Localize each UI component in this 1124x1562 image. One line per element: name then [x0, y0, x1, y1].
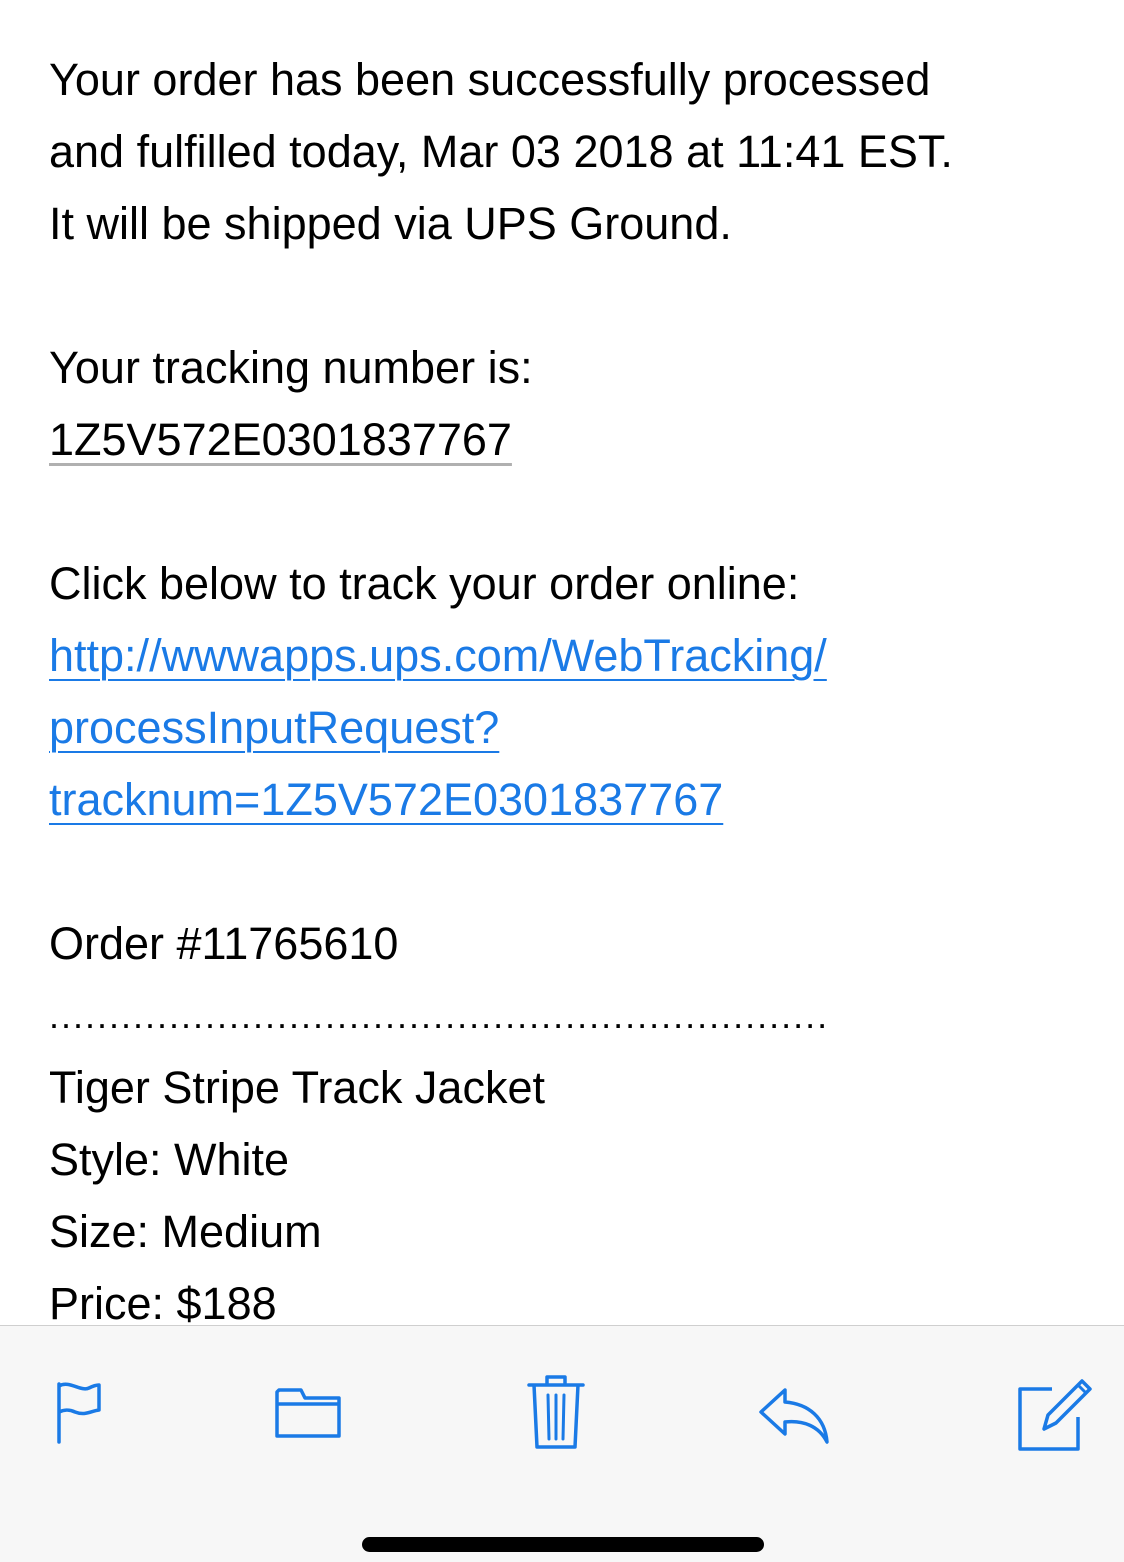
tracking-link-part-2[interactable]: processInputRequest?	[49, 702, 499, 753]
mail-toolbar	[0, 1325, 1124, 1562]
tracking-link-line-1: http://wwwapps.ups.com/WebTracking/	[49, 620, 1099, 692]
tracking-label: Your tracking number is:	[49, 342, 533, 393]
trash-icon	[527, 1375, 585, 1449]
item-name: Tiger Stripe Track Jacket	[49, 1062, 545, 1113]
item-style: Style: White	[49, 1134, 290, 1185]
tracking-link-line-3: tracknum=1Z5V572E0301837767	[49, 764, 1099, 836]
intro-line-2: and fulfilled today, Mar 03 2018 at 11:4…	[49, 126, 953, 177]
tracking-link-part-1[interactable]: http://wwwapps.ups.com/WebTracking/	[49, 630, 827, 681]
reply-button[interactable]	[748, 1366, 838, 1456]
flag-button[interactable]	[29, 1366, 119, 1456]
email-body: Your order has been successfully process…	[49, 44, 1099, 1340]
track-online-label: Click below to track your order online:	[49, 558, 800, 609]
tracking-number-line: 1Z5V572E0301837767	[49, 404, 1099, 476]
trash-button[interactable]	[511, 1366, 601, 1456]
compose-icon	[1018, 1379, 1092, 1451]
folder-icon	[275, 1388, 341, 1438]
tracking-link-line-2: processInputRequest?	[49, 692, 1099, 764]
flag-icon	[57, 1382, 101, 1444]
reply-icon	[759, 1388, 829, 1444]
compose-button[interactable]	[1008, 1366, 1098, 1456]
intro-line-1: Your order has been successfully process…	[49, 54, 931, 105]
intro-line-3: It will be shipped via UPS Ground.	[49, 198, 732, 249]
move-to-folder-button[interactable]	[263, 1366, 353, 1456]
order-number: Order #11765610	[49, 918, 399, 969]
tracking-number[interactable]: 1Z5V572E0301837767	[49, 414, 512, 465]
tracking-link-part-3[interactable]: tracknum=1Z5V572E0301837767	[49, 774, 723, 825]
item-size: Size: Medium	[49, 1206, 322, 1257]
home-indicator[interactable]	[362, 1537, 764, 1552]
dotted-separator: ........................................…	[49, 995, 830, 1036]
